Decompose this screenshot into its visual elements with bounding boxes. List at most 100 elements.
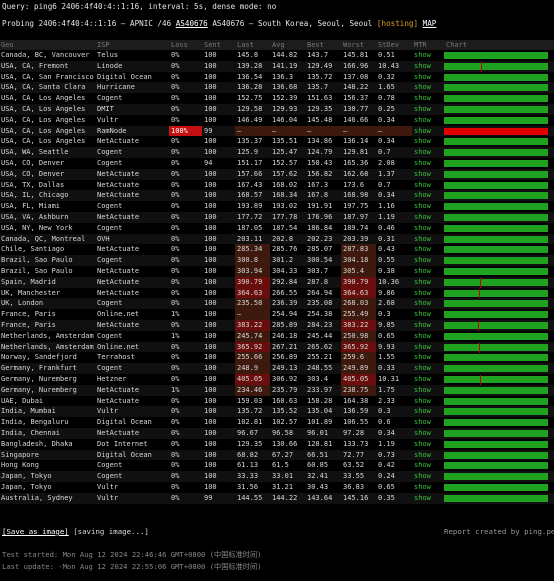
- table-row: USA, CA, Fremont Linode 0% 100 139.28 141.19 1…: [0, 60, 554, 72]
- latency-chart-bar: [444, 440, 548, 448]
- cell-best: 96.01: [307, 429, 329, 437]
- cell-geo: USA, CA, San Francisco: [1, 72, 94, 81]
- cell-avg: 202.8: [272, 234, 294, 243]
- mtr-show-link[interactable]: show: [412, 450, 442, 461]
- cell-last: 125.9: [237, 148, 259, 157]
- table-row: Netherlands, Amsterdam Online.net 0% 100 365…: [0, 341, 554, 353]
- mtr-show-link[interactable]: show: [412, 223, 442, 234]
- cell-geo: USA, TX, Dallas: [1, 180, 65, 189]
- mtr-show-link[interactable]: show: [412, 244, 442, 255]
- mtr-show-link[interactable]: show: [412, 298, 442, 309]
- mtr-show-link[interactable]: show: [412, 255, 442, 266]
- cell-loss: 0%: [171, 396, 180, 405]
- mtr-show-link[interactable]: show: [412, 342, 442, 353]
- mtr-show-link[interactable]: show: [412, 158, 442, 169]
- cell-isp: NetActuate: [97, 396, 140, 405]
- mtr-show-link[interactable]: show: [412, 61, 442, 72]
- cell-avg: 246.18: [272, 331, 298, 340]
- cell-stdev: 0.34: [378, 137, 395, 146]
- cell-worst: 255.49: [341, 309, 376, 320]
- mtr-show-link[interactable]: show: [412, 482, 442, 493]
- cell-last: 135.37: [237, 137, 263, 146]
- mtr-show-link[interactable]: show: [412, 190, 442, 201]
- mtr-show-link[interactable]: show: [412, 115, 442, 126]
- mtr-show-link[interactable]: show: [412, 320, 442, 331]
- mtr-show-link[interactable]: show: [412, 309, 442, 320]
- mtr-show-link[interactable]: show: [412, 439, 442, 450]
- cell-worst: 189.74: [343, 223, 369, 232]
- cell-geo: Norway, Sandefjord: [1, 353, 77, 362]
- mtr-show-link[interactable]: show: [412, 104, 442, 115]
- cell-geo: Singapore: [1, 450, 39, 459]
- cell-loss: 0%: [171, 407, 180, 416]
- cell-worst: 168.98: [343, 191, 369, 200]
- mtr-show-link[interactable]: show: [412, 352, 442, 363]
- mtr-show-link[interactable]: show: [412, 82, 442, 93]
- mtr-show-link[interactable]: show: [412, 374, 442, 385]
- mtr-show-link[interactable]: show: [412, 212, 442, 223]
- cell-stdev: 0.7: [378, 180, 391, 189]
- cell-avg: 102.57: [272, 418, 298, 427]
- save-as-image-link[interactable]: [Save as image]: [2, 527, 69, 536]
- cell-avg: 254.94: [272, 310, 298, 319]
- mtr-show-link[interactable]: show: [412, 147, 442, 158]
- cell-loss: 0%: [171, 180, 180, 189]
- cell-sent: 100: [204, 223, 217, 232]
- mtr-show-link[interactable]: show: [412, 180, 442, 191]
- mtr-show-link[interactable]: show: [412, 277, 442, 288]
- cell-worst: 390.79: [341, 276, 376, 288]
- column-header-loss: Loss: [171, 41, 188, 49]
- probing-line: Probing 2406:4f40:4::1:16 – APNIC /46 AS…: [2, 19, 436, 28]
- mtr-show-link[interactable]: show: [412, 126, 442, 137]
- cell-best: 135.7: [307, 83, 329, 92]
- mtr-show-link[interactable]: show: [412, 406, 442, 417]
- cell-last: 168.57: [237, 191, 263, 200]
- mtr-show-link[interactable]: show: [412, 428, 442, 439]
- mtr-show-link[interactable]: show: [412, 363, 442, 374]
- cell-avg: 177.78: [272, 213, 298, 221]
- mtr-show-link[interactable]: show: [412, 493, 442, 504]
- cell-worst: 249.89: [341, 363, 376, 374]
- mtr-show-link[interactable]: show: [412, 136, 442, 147]
- map-link[interactable]: MAP: [423, 19, 437, 28]
- cell-stdev: 1.19: [378, 213, 395, 221]
- last-update: Last update: -Mon Aug 12 2024 22:55:06 G…: [2, 562, 262, 571]
- cell-stdev: –: [376, 125, 412, 137]
- mtr-show-link[interactable]: show: [412, 460, 442, 471]
- cell-geo: France, Paris: [1, 310, 56, 319]
- cell-loss: 0%: [171, 321, 180, 329]
- mtr-show-link[interactable]: show: [412, 288, 442, 299]
- mtr-show-link[interactable]: show: [412, 417, 442, 428]
- mtr-show-link[interactable]: show: [412, 396, 442, 407]
- mtr-show-link[interactable]: show: [412, 385, 442, 396]
- cell-isp: NetActuate: [97, 191, 140, 200]
- mtr-show-link[interactable]: show: [412, 72, 442, 83]
- table-row: USA, CA, San Francisco Digital Ocean 0% 100…: [0, 72, 554, 83]
- cell-best: 284.23: [307, 321, 333, 329]
- cell-worst: 166.96: [343, 61, 369, 70]
- mtr-show-link[interactable]: show: [412, 169, 442, 180]
- mtr-show-link[interactable]: show: [412, 331, 442, 342]
- cell-avg: 141.19: [272, 61, 298, 70]
- cell-best: 254.38: [307, 310, 333, 319]
- mtr-show-link[interactable]: show: [412, 234, 442, 245]
- latency-spike-mark: [479, 288, 480, 299]
- cell-sent: 94: [204, 159, 213, 167]
- mtr-show-link[interactable]: show: [412, 471, 442, 482]
- cell-isp: RamNode: [97, 126, 127, 135]
- mtr-show-link[interactable]: show: [412, 266, 442, 277]
- column-header-geo: Geo: [1, 41, 14, 49]
- cell-best: 191.91: [307, 202, 333, 211]
- cell-avg: 285.76: [272, 245, 298, 254]
- table-row: India, Chennai NetActuate 0% 100 96.67 96.58 9…: [0, 428, 554, 439]
- cell-loss: 0%: [171, 364, 180, 373]
- mtr-show-link[interactable]: show: [412, 201, 442, 212]
- latency-chart-bar: [444, 419, 548, 427]
- as-link[interactable]: AS40676: [176, 19, 208, 28]
- mtr-show-link[interactable]: show: [412, 93, 442, 104]
- cell-loss: 0%: [171, 223, 180, 232]
- mtr-show-link[interactable]: show: [412, 50, 442, 61]
- cell-geo: France, Paris: [1, 321, 56, 329]
- cell-stdev: 1.55: [378, 353, 395, 362]
- latency-chart-bar: [444, 408, 548, 416]
